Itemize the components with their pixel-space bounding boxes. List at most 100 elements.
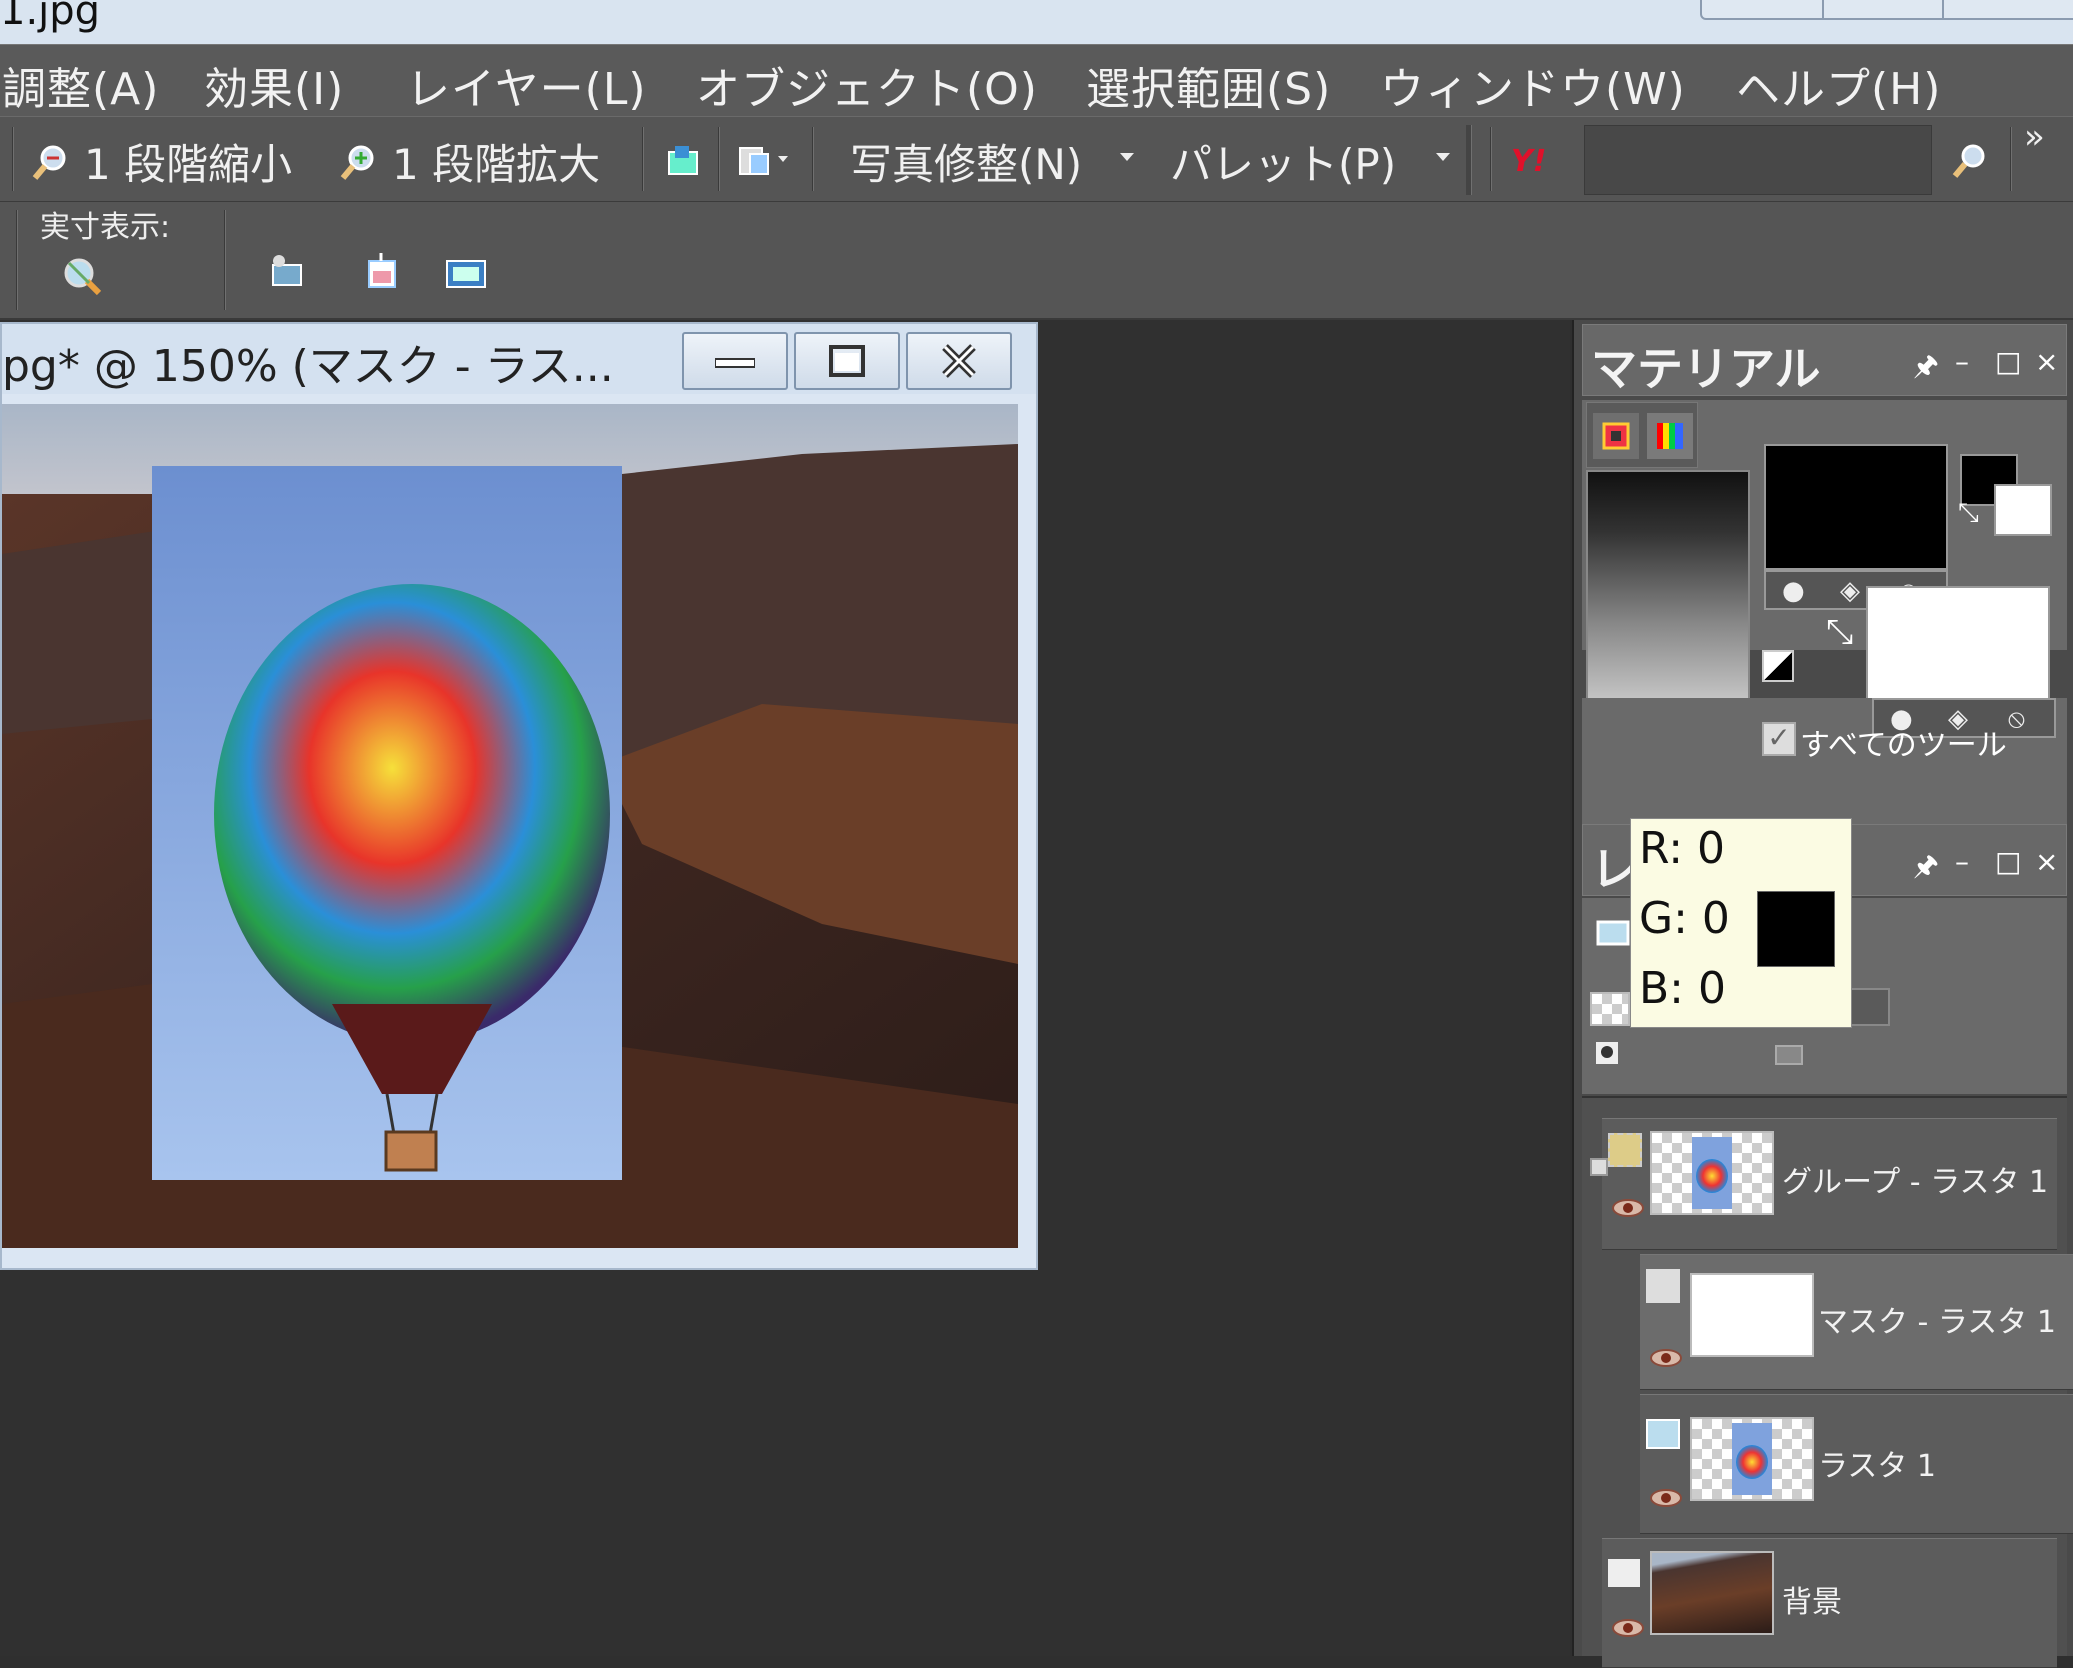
pin-icon[interactable]: 🖈	[1913, 845, 1939, 893]
layer-row-group[interactable]: グループ - ラスタ 1	[1602, 1118, 2057, 1250]
materials-panel-title: マテリアル	[1591, 342, 1821, 396]
tooltip-swatch	[1757, 891, 1835, 967]
zoom-in-icon[interactable]	[334, 137, 384, 187]
toolbar-overflow-button[interactable]: »	[2024, 117, 2045, 157]
layer-name: マスク - ラスタ 1	[1818, 1305, 2056, 1340]
fit-image-icon[interactable]	[356, 248, 406, 298]
layer-row-mask[interactable]: マスク - ラスタ 1	[1640, 1254, 2073, 1390]
layer-row-raster[interactable]: ラスタ 1	[1640, 1394, 2073, 1534]
toolbar-separator	[2010, 127, 2012, 191]
eye-icon[interactable]	[1650, 1489, 1682, 1507]
document-title: pg* @ 150% (マスク - ラス...	[2, 341, 614, 392]
swap-materials-icon[interactable]: ⤡	[1826, 612, 1853, 652]
pattern-icon[interactable]: ◈	[1840, 576, 1860, 606]
eye-icon[interactable]	[1612, 1619, 1644, 1637]
search-icon[interactable]	[1944, 137, 1994, 187]
default-colors-icon[interactable]	[1762, 650, 1794, 682]
layers-list: グループ - ラスタ 1 マスク - ラスタ 1 ラスタ 1 背景	[1582, 1096, 2073, 1668]
swap-colors-icon[interactable]: ⤡	[1958, 498, 1979, 529]
opacity-swatch[interactable]	[1590, 992, 1630, 1026]
toolbar-separator	[718, 127, 720, 191]
toolbar-separator	[1466, 125, 1472, 195]
window-controls[interactable]	[1700, 0, 2073, 20]
close-panel-button[interactable]: ×	[2035, 845, 2058, 878]
maximize-button[interactable]	[794, 332, 900, 390]
layer-name: 背景	[1782, 1585, 1842, 1620]
chevron-down-icon[interactable]	[1118, 149, 1136, 167]
materials-panel-header[interactable]: マテリアル 🖈 – □ ×	[1582, 324, 2067, 396]
photo-fix-dropdown[interactable]: 写真修整(N)	[850, 131, 1082, 192]
tab-rainbow-icon[interactable]	[1647, 413, 1693, 459]
menu-window[interactable]: ウィンドウ(W)	[1380, 53, 1686, 117]
tooltip-green: G: 0	[1639, 893, 1730, 944]
import-icon[interactable]	[660, 137, 706, 183]
toolbar-separator	[642, 127, 644, 191]
minimize-icon	[715, 358, 755, 368]
color-icon[interactable]: ●	[1782, 576, 1805, 606]
layer-thumbnail	[1650, 1551, 1774, 1635]
toolbar-separator	[224, 210, 226, 310]
pin-icon[interactable]: 🖈	[1913, 345, 1939, 393]
window-title: 1.jpg	[0, 0, 101, 34]
layer-thumbnail	[1690, 1417, 1814, 1501]
toolbar-separator	[1490, 127, 1492, 191]
maximize-panel-button[interactable]: □	[1995, 345, 2021, 378]
search-input[interactable]	[1584, 125, 1932, 195]
image-content	[2, 404, 1018, 1248]
transparent-icon[interactable]: ⦸	[2008, 704, 2025, 735]
toolbar-grip	[12, 127, 14, 191]
minimize-panel-button[interactable]: –	[1955, 345, 1969, 378]
toolbar-separator	[812, 127, 814, 191]
zoom-in-button[interactable]: 1 段階拡大	[392, 131, 600, 192]
maximize-panel-button[interactable]: □	[1995, 845, 2021, 878]
mask-icon[interactable]	[1592, 1038, 1622, 1068]
zoom-out-button[interactable]: 1 段階縮小	[84, 131, 292, 192]
close-panel-button[interactable]: ×	[2035, 345, 2058, 378]
tooltip-blue: B: 0	[1639, 963, 1726, 1014]
actual-size-label: 実寸表示:	[40, 210, 171, 245]
eye-icon[interactable]	[1650, 1349, 1682, 1367]
fit-window-icon[interactable]	[262, 248, 312, 298]
materials-panel-body: ● ◈ ⦸ ⤡ ⤡	[1582, 400, 2067, 778]
tab-frame-icon[interactable]	[1593, 413, 1639, 459]
toolbar-grip	[16, 210, 18, 310]
layer-name: グループ - ラスタ 1	[1782, 1165, 2049, 1200]
close-button[interactable]	[906, 332, 1012, 390]
raster-layer-icon	[1646, 1419, 1680, 1449]
menu-layers[interactable]: レイヤー(L)	[406, 53, 647, 117]
menu-effects[interactable]: 効果(I)	[204, 53, 344, 117]
document-title-bar[interactable]: pg* @ 150% (マスク - ラス...	[2, 324, 1036, 394]
minimize-button[interactable]	[682, 332, 788, 390]
background-swatch[interactable]	[1866, 586, 2050, 712]
layer-name: ラスタ 1	[1818, 1449, 1937, 1484]
tooltip-red: R: 0	[1639, 823, 1726, 874]
menu-help[interactable]: ヘルプ(H)	[1736, 53, 1941, 117]
collapse-group-toggle[interactable]	[1590, 1158, 1608, 1176]
eye-icon[interactable]	[1612, 1199, 1644, 1217]
image-canvas[interactable]	[2, 404, 1018, 1248]
layer-thumbnail	[1690, 1273, 1814, 1357]
paste-icon[interactable]	[734, 137, 794, 183]
svg-text:Y!: Y!	[1511, 144, 1546, 179]
materials-panel-lower: ● ◈ ⦸ ✓ すべてのツール	[1582, 650, 2067, 828]
fit-screen-icon[interactable]	[440, 248, 494, 298]
menu-adjust[interactable]: 調整(A)	[2, 53, 159, 117]
zoom-out-icon[interactable]	[26, 137, 76, 187]
layer-thumbnail	[1650, 1131, 1774, 1215]
chevron-down-icon[interactable]	[1434, 149, 1452, 167]
actual-size-icon[interactable]	[56, 250, 106, 300]
yahoo-icon[interactable]: Y!	[1508, 141, 1556, 181]
all-tools-checkbox[interactable]: ✓	[1762, 722, 1796, 756]
minimize-panel-button[interactable]: –	[1955, 845, 1969, 878]
palette-dropdown[interactable]: パレット(P)	[1170, 131, 1396, 192]
layer-group-icon[interactable]	[1770, 1036, 1810, 1070]
menu-selections[interactable]: 選択範囲(S)	[1086, 53, 1331, 117]
foreground-swatch[interactable]	[1764, 444, 1948, 570]
materials-tabs	[1586, 402, 1698, 468]
app-title-bar: 1.jpg	[0, 0, 2073, 44]
menu-objects[interactable]: オブジェクト(O)	[696, 53, 1038, 117]
layer-row-background[interactable]: 背景	[1602, 1538, 2057, 1668]
color-tooltip: R: 0 G: 0 B: 0	[1630, 818, 1852, 1028]
standard-toolbar: 1 段階縮小 1 段階拡大 写真修整(N) パレット(P) Y! »	[0, 116, 2073, 202]
background-small-swatch[interactable]	[1994, 484, 2052, 536]
